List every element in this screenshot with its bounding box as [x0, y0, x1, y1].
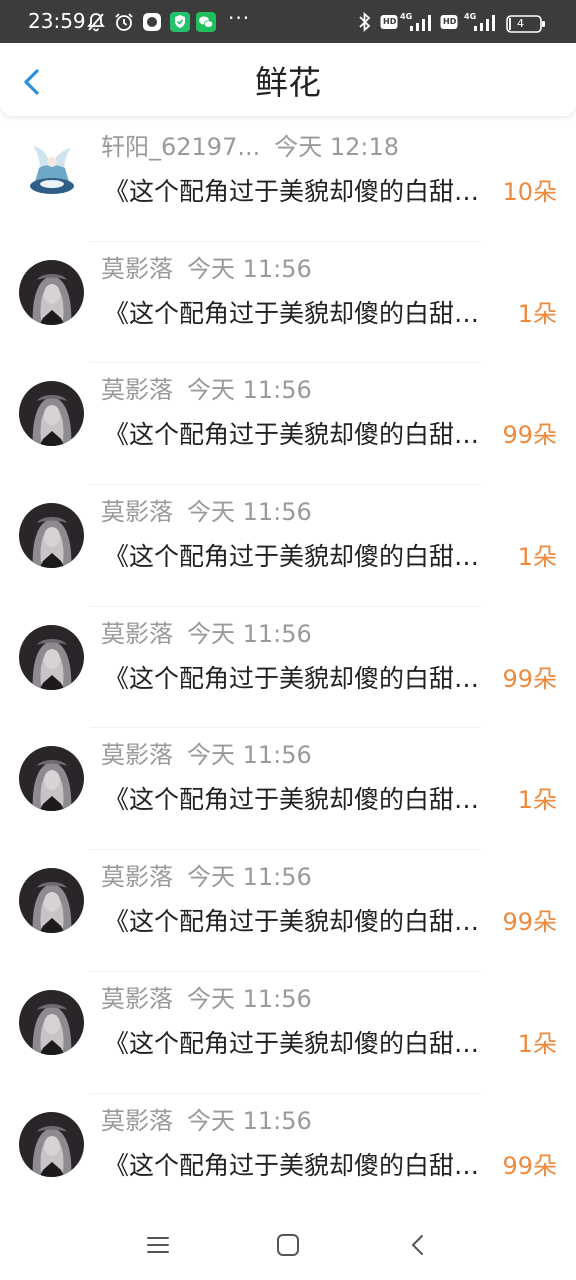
user-name[interactable]: 莫影落 — [101, 741, 173, 769]
figure-avatar-icon — [19, 138, 84, 203]
security-shield-icon — [170, 12, 190, 32]
flower-count: 1朵 — [517, 786, 557, 815]
flower-count: 99朵 — [502, 664, 557, 693]
avatar[interactable] — [19, 1111, 84, 1177]
portrait-avatar-icon — [19, 989, 84, 1055]
flower-count: 1朵 — [517, 1029, 557, 1058]
flower-count: 10朵 — [502, 178, 557, 206]
avatar[interactable] — [19, 503, 84, 569]
portrait-avatar-icon — [19, 503, 84, 569]
list-item[interactable]: 莫影落 今天 11:56 《这个配角过于美貌却傻的白甜宝贝》 99朵 — [0, 850, 576, 972]
bluetooth-icon — [359, 12, 371, 32]
gift-time: 今天 11:56 — [187, 984, 312, 1013]
gift-meta: 莫影落 今天 11:56 — [101, 1104, 312, 1138]
avatar[interactable] — [19, 989, 84, 1055]
book-title: 《这个配角过于美貌却傻的白甜宝贝》 — [104, 542, 496, 572]
portrait-avatar-icon — [19, 624, 84, 690]
signal-strength-icon-2 — [474, 15, 495, 31]
signal-strength-icon — [410, 15, 431, 31]
gift-meta: 莫影落 今天 11:56 — [101, 738, 312, 772]
list-item[interactable]: 莫影落 今天 11:56 《这个配角过于美貌却傻的白甜宝贝》 1朵 — [0, 485, 576, 607]
list-item[interactable]: 莫影落 今天 11:56 《这个配角过于美貌却傻的白甜宝贝》 1朵 — [0, 242, 576, 364]
avatar[interactable] — [19, 259, 84, 325]
user-name[interactable]: 莫影落 — [101, 620, 173, 648]
book-title: 《这个配角过于美貌却傻的白甜宝贝》 — [104, 1028, 496, 1058]
user-name[interactable]: 莫影落 — [101, 1107, 173, 1135]
wechat-icon — [196, 12, 216, 32]
gift-meta: 莫影落 今天 11:56 — [101, 982, 312, 1016]
portrait-avatar-icon — [19, 381, 84, 447]
more-notifications-icon: ··· — [228, 6, 251, 30]
alarm-clock-icon — [115, 13, 133, 31]
system-nav-bar — [0, 1208, 576, 1280]
user-name[interactable]: 莫影落 — [101, 863, 173, 891]
book-title: 《这个配角过于美貌却傻的白甜宝贝》 — [104, 420, 496, 450]
gift-meta: 莫影落 今天 11:56 — [101, 860, 312, 894]
gift-meta: 莫影落 今天 11:56 — [101, 495, 312, 529]
list-item[interactable]: 莫影落 今天 11:56 《这个配角过于美貌却傻的白甜宝贝》 1朵 — [0, 972, 576, 1094]
book-title: 《这个配角过于美貌却傻的白甜宝贝》 — [104, 1150, 496, 1180]
avatar[interactable] — [19, 746, 84, 812]
portrait-avatar-icon — [19, 1111, 84, 1177]
gift-meta: 轩阳_62197... 今天 12:18 — [101, 130, 399, 164]
hd-label-1: HD — [383, 17, 397, 26]
gift-time: 今天 11:56 — [187, 741, 312, 770]
gift-meta: 莫影落 今天 11:56 — [101, 252, 312, 286]
battery-level: 4 — [517, 17, 524, 30]
header: 鲜花 — [0, 43, 576, 117]
flower-count: 1朵 — [517, 299, 557, 328]
avatar[interactable] — [19, 868, 84, 934]
gift-time: 今天 11:56 — [187, 863, 312, 892]
back-icon[interactable] — [403, 1230, 433, 1260]
gift-meta: 莫影落 今天 11:56 — [101, 373, 312, 407]
home-icon[interactable] — [273, 1230, 303, 1260]
book-title: 《这个配角过于美貌却傻的白甜宝贝》 — [104, 785, 496, 815]
portrait-avatar-icon — [19, 868, 84, 934]
list-item[interactable]: 莫影落 今天 11:56 《这个配角过于美貌却傻的白甜宝贝》 99朵 — [0, 607, 576, 729]
status-time: 23:59 — [28, 9, 86, 33]
portrait-avatar-icon — [19, 746, 84, 812]
avatar[interactable] — [19, 624, 84, 690]
user-name[interactable]: 莫影落 — [101, 498, 173, 526]
avatar[interactable] — [19, 381, 84, 447]
page-title: 鲜花 — [255, 63, 321, 102]
book-title: 《这个配角过于美貌却傻的白甜宝贝》 — [104, 907, 496, 937]
user-name[interactable]: 莫影落 — [101, 985, 173, 1013]
muted-bell-icon — [87, 13, 105, 32]
list-item[interactable]: 莫影落 今天 11:56 《这个配角过于美貌却傻的白甜宝贝》 99朵 — [0, 1094, 576, 1216]
portrait-avatar-icon — [19, 259, 84, 325]
flower-count: 99朵 — [502, 908, 557, 937]
gift-time: 今天 11:56 — [187, 376, 312, 405]
gift-time: 今天 12:18 — [274, 133, 400, 161]
flower-count: 99朵 — [502, 1151, 557, 1180]
user-name[interactable]: 轩阳_62197... — [101, 133, 260, 161]
gift-time: 今天 11:56 — [187, 498, 312, 527]
avatar[interactable] — [19, 138, 84, 203]
user-name[interactable]: 莫影落 — [101, 376, 173, 404]
status-bar: 23:59 ··· HD 4G HD 4G 4 — [0, 0, 576, 43]
list-item[interactable]: 轩阳_62197... 今天 12:18 《这个配角过于美貌却傻的白甜宝贝》 10… — [0, 120, 576, 242]
book-title: 《这个配角过于美貌却傻的白甜宝贝》 — [104, 663, 496, 693]
hd-label-2: HD — [443, 17, 457, 26]
gift-list: 轩阳_62197... 今天 12:18 《这个配角过于美貌却傻的白甜宝贝》 10… — [0, 120, 576, 1216]
list-item[interactable]: 莫影落 今天 11:56 《这个配角过于美貌却傻的白甜宝贝》 1朵 — [0, 728, 576, 851]
gift-time: 今天 11:56 — [187, 1106, 312, 1135]
flower-count: 1朵 — [517, 543, 557, 572]
user-name[interactable]: 莫影落 — [101, 255, 173, 283]
gift-meta: 莫影落 今天 11:56 — [101, 617, 312, 651]
flower-count: 99朵 — [502, 421, 557, 450]
gift-time: 今天 11:56 — [187, 619, 312, 648]
gift-time: 今天 11:56 — [187, 254, 312, 283]
menu-icon[interactable] — [143, 1230, 173, 1260]
app-notification-icon — [143, 13, 161, 31]
book-title: 《这个配角过于美貌却傻的白甜宝贝》 — [104, 177, 496, 206]
list-item[interactable]: 莫影落 今天 11:56 《这个配角过于美貌却傻的白甜宝贝》 99朵 — [0, 363, 576, 486]
battery-icon — [506, 15, 545, 33]
book-title: 《这个配角过于美貌却傻的白甜宝贝》 — [104, 298, 496, 328]
